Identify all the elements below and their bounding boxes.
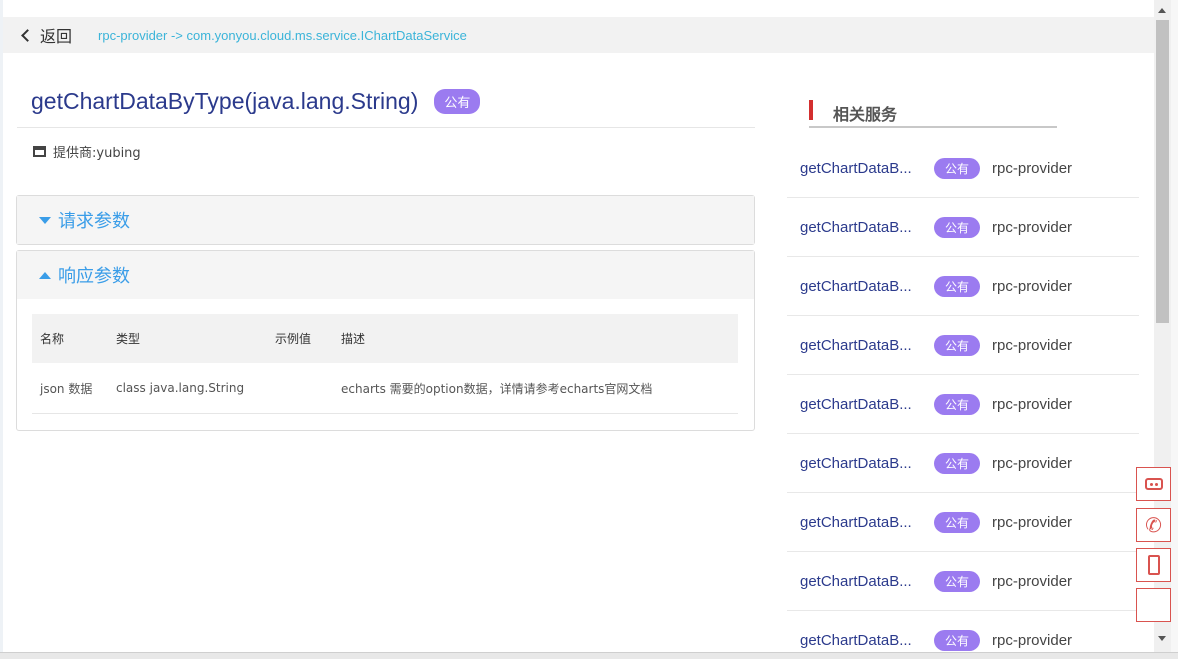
service-provider: rpc-provider	[992, 513, 1073, 531]
breadcrumb[interactable]: rpc-provider -> com.yonyou.cloud.ms.serv…	[98, 28, 467, 43]
service-name[interactable]: getChartDataB...	[787, 455, 934, 472]
back-button[interactable]: 返回	[21, 23, 73, 47]
list-item[interactable]: getChartDataB... 公有 rpc-provider	[787, 493, 1139, 552]
service-provider: rpc-provider	[992, 336, 1073, 354]
response-params-toggle[interactable]: 响应参数	[17, 251, 754, 299]
visibility-badge: 公有	[934, 393, 981, 415]
mobile-app-button[interactable]	[1136, 548, 1171, 582]
service-provider: rpc-provider	[992, 454, 1073, 472]
robot-icon	[1144, 478, 1163, 490]
column-header-description: 描述	[341, 332, 366, 346]
top-bar: 返回 rpc-provider -> com.yonyou.cloud.ms.s…	[3, 17, 1154, 53]
title-divider	[17, 127, 755, 128]
visibility-badge: 公有	[934, 629, 981, 651]
service-name[interactable]: getChartDataB...	[787, 514, 934, 531]
scrollbar-thumb[interactable]	[1156, 20, 1169, 323]
list-item[interactable]: getChartDataB... 公有 rpc-provider	[787, 198, 1139, 257]
list-item[interactable]: getChartDataB... 公有 rpc-provider	[787, 611, 1139, 652]
related-services-header: 相关服务	[809, 100, 1057, 128]
response-params-panel: 响应参数 名称 类型 示例值 描述 json 数据 class java.lan…	[16, 250, 755, 431]
visibility-badge: 公有	[934, 452, 981, 474]
list-item[interactable]: getChartDataB... 公有 rpc-provider	[787, 139, 1139, 198]
store-icon	[33, 146, 46, 157]
window-right-edge	[1171, 0, 1178, 659]
service-provider: rpc-provider	[992, 218, 1073, 236]
visibility-badge: 公有	[934, 216, 981, 238]
response-params-table: 名称 类型 示例值 描述 json 数据 class java.lang.Str…	[32, 314, 738, 414]
related-services-list: getChartDataB... 公有 rpc-provider getChar…	[787, 139, 1139, 652]
table-header: 名称 类型 示例值 描述	[32, 314, 738, 363]
service-name[interactable]: getChartDataB...	[787, 573, 934, 590]
page-title: getChartDataByType(java.lang.String)	[31, 88, 419, 114]
list-item[interactable]: getChartDataB... 公有 rpc-provider	[787, 257, 1139, 316]
visibility-badge: 公有	[934, 334, 981, 356]
visibility-badge: 公有	[934, 275, 981, 297]
service-name[interactable]: getChartDataB...	[787, 396, 934, 413]
service-provider: rpc-provider	[992, 572, 1073, 590]
column-header-type: 类型	[116, 332, 141, 346]
mobile-icon	[1147, 555, 1160, 575]
section-marker	[809, 100, 813, 120]
service-provider: rpc-provider	[992, 631, 1073, 649]
column-header-name: 名称	[40, 332, 65, 346]
phone-icon: ✆	[1145, 513, 1162, 537]
response-params-label: 响应参数	[58, 266, 130, 287]
scroll-up-arrow-icon[interactable]	[1158, 8, 1166, 13]
floating-blank-button[interactable]	[1136, 588, 1171, 622]
request-params-toggle[interactable]: 请求参数	[17, 196, 754, 244]
list-item[interactable]: getChartDataB... 公有 rpc-provider	[787, 316, 1139, 375]
method-title-row: getChartDataByType(java.lang.String) 公有	[31, 88, 481, 115]
cell-type: class java.lang.String	[116, 381, 245, 395]
visibility-badge: 公有	[434, 89, 481, 114]
chevron-left-icon	[21, 29, 34, 42]
visibility-badge: 公有	[934, 570, 981, 592]
window-bottom-edge	[0, 652, 1178, 659]
robot-assistant-button[interactable]	[1136, 467, 1171, 501]
cell-name: json 数据	[40, 381, 93, 396]
scroll-down-arrow-icon[interactable]	[1158, 636, 1166, 641]
service-name[interactable]: getChartDataB...	[787, 632, 934, 649]
provider-info: 提供商:yubing	[33, 142, 141, 161]
provider-label: 提供商:yubing	[53, 146, 141, 161]
service-provider: rpc-provider	[992, 395, 1073, 413]
list-item[interactable]: getChartDataB... 公有 rpc-provider	[787, 434, 1139, 493]
main-page: 返回 rpc-provider -> com.yonyou.cloud.ms.s…	[3, 0, 1154, 652]
column-header-example: 示例值	[275, 332, 312, 346]
caret-down-icon	[39, 216, 51, 224]
service-provider: rpc-provider	[992, 159, 1073, 177]
service-name[interactable]: getChartDataB...	[787, 337, 934, 354]
service-name[interactable]: getChartDataB...	[787, 278, 934, 295]
service-name[interactable]: getChartDataB...	[787, 219, 934, 236]
phone-contact-button[interactable]: ✆	[1136, 508, 1171, 542]
caret-up-icon	[39, 271, 51, 279]
request-params-panel: 请求参数	[16, 195, 755, 245]
visibility-badge: 公有	[934, 157, 981, 179]
service-provider: rpc-provider	[992, 277, 1073, 295]
list-item[interactable]: getChartDataB... 公有 rpc-provider	[787, 375, 1139, 434]
cell-description: echarts 需要的option数据，详情请参考echarts官网文档	[341, 381, 653, 396]
back-label: 返回	[40, 27, 73, 46]
request-params-label: 请求参数	[58, 211, 130, 232]
related-services-title: 相关服务	[833, 105, 898, 124]
table-row: json 数据 class java.lang.String echarts 需…	[32, 363, 738, 414]
service-name[interactable]: getChartDataB...	[787, 160, 934, 177]
list-item[interactable]: getChartDataB... 公有 rpc-provider	[787, 552, 1139, 611]
visibility-badge: 公有	[934, 511, 981, 533]
